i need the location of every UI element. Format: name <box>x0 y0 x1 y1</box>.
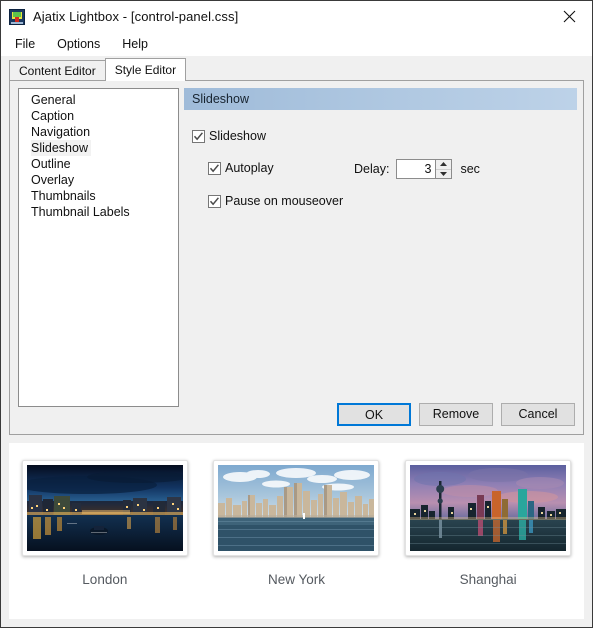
list-item-general[interactable]: General <box>19 92 178 108</box>
autoplay-checkbox-label: Autoplay <box>225 161 274 175</box>
list-item-outline[interactable]: Outline <box>19 156 178 172</box>
tab-content-editor[interactable]: Content Editor <box>9 60 106 80</box>
menu-item-options[interactable]: Options <box>51 34 110 55</box>
style-category-list[interactable]: General Caption Navigation Slideshow Out… <box>18 88 179 407</box>
ok-button[interactable]: OK <box>337 403 411 426</box>
spinner-up-icon[interactable] <box>436 160 452 169</box>
autoplay-checkbox-row[interactable]: Autoplay <box>208 161 274 175</box>
close-icon[interactable] <box>546 1 592 32</box>
thumbnail-frame[interactable] <box>213 460 380 556</box>
slideshow-checkbox[interactable] <box>192 129 205 143</box>
pause-on-mouseover-checkbox-row[interactable]: Pause on mouseover <box>208 194 343 208</box>
dialog-button-bar: OK Remove Cancel <box>337 403 575 426</box>
menu-bar: File Options Help <box>1 32 592 56</box>
menu-item-file[interactable]: File <box>9 34 45 55</box>
delay-spinner[interactable] <box>396 159 453 179</box>
thumbnail-gallery: London New York Shanghai <box>9 443 584 619</box>
list-item-navigation[interactable]: Navigation <box>19 124 178 140</box>
slideshow-checkbox-label: Slideshow <box>209 129 266 143</box>
gallery-item-shanghai[interactable]: Shanghai <box>399 460 577 587</box>
tab-strip: Content Editor Style Editor <box>9 58 187 81</box>
new-york-daytime-skyline-image <box>218 465 375 551</box>
thumbnail-frame[interactable] <box>21 460 188 556</box>
gallery-caption-new-york: New York <box>267 572 325 587</box>
shanghai-dusk-skyline-image <box>410 465 567 551</box>
list-item-overlay[interactable]: Overlay <box>19 172 178 188</box>
section-title-slideshow: Slideshow <box>184 88 577 110</box>
settings-pane: Slideshow Slideshow Autoplay Pause on mo… <box>179 81 583 434</box>
delay-spinner-buttons <box>435 160 452 178</box>
title-bar: Ajatix Lightbox - [control-panel.css] <box>1 1 592 32</box>
delay-unit-label: sec <box>460 162 480 176</box>
delay-setting-group: Delay: 3 sec <box>354 159 480 179</box>
pause-on-mouseover-checkbox-label: Pause on mouseover <box>225 194 344 208</box>
slideshow-checkbox-row[interactable]: Slideshow <box>192 129 266 143</box>
application-window: Ajatix Lightbox - [control-panel.css] Fi… <box>0 0 593 628</box>
gallery-item-new-york[interactable]: New York <box>207 460 385 587</box>
list-item-thumbnails[interactable]: Thumbnails <box>19 188 178 204</box>
gallery-caption-london: London <box>82 572 128 587</box>
remove-button[interactable]: Remove <box>419 403 493 426</box>
delay-input[interactable] <box>397 160 436 178</box>
delay-label: Delay: <box>354 162 390 176</box>
list-item-thumbnail-labels[interactable]: Thumbnail Labels <box>19 204 178 220</box>
cancel-button[interactable]: Cancel <box>501 403 575 426</box>
style-editor-panel: General Caption Navigation Slideshow Out… <box>9 80 584 435</box>
list-item-slideshow[interactable]: Slideshow <box>31 140 91 156</box>
list-item-caption[interactable]: Caption <box>19 108 178 124</box>
autoplay-checkbox[interactable] <box>208 161 221 175</box>
london-night-skyline-image <box>26 465 183 551</box>
app-logo-icon <box>9 8 25 25</box>
thumbnail-frame[interactable] <box>405 460 572 556</box>
window-title: Ajatix Lightbox - [control-panel.css] <box>33 9 239 24</box>
pause-on-mouseover-checkbox[interactable] <box>208 194 221 208</box>
spinner-down-icon[interactable] <box>436 168 452 178</box>
gallery-caption-shanghai: Shanghai <box>459 572 517 587</box>
menu-item-help[interactable]: Help <box>116 34 158 55</box>
tab-style-editor[interactable]: Style Editor <box>104 58 187 81</box>
gallery-item-london[interactable]: London <box>16 460 194 587</box>
dialog-body: Content Editor Style Editor General Capt… <box>1 56 592 443</box>
